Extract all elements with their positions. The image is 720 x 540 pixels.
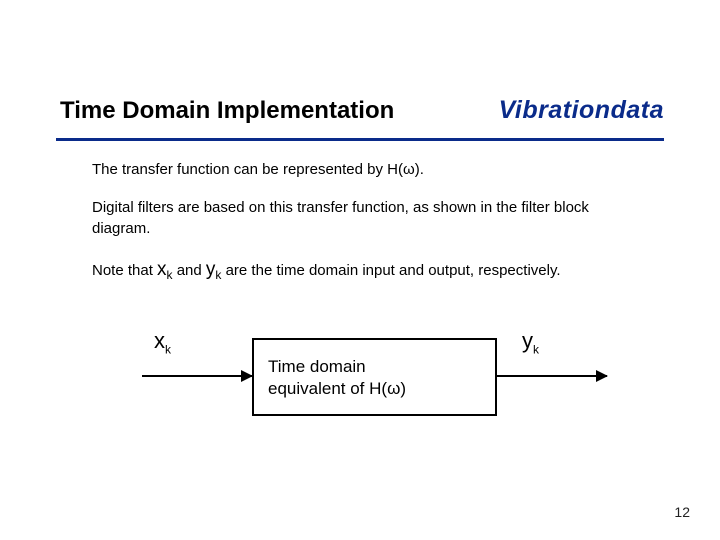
- brand-logo: Vibrationdata: [499, 96, 664, 125]
- p1-pre: The transfer function can be represented…: [92, 161, 403, 178]
- p3-post: are the time domain input and output, re…: [221, 262, 560, 279]
- box-line1: Time domain: [268, 356, 481, 378]
- page-number: 12: [674, 504, 690, 520]
- omega-symbol: ω: [403, 161, 415, 178]
- p3-pre: Note that: [92, 262, 157, 279]
- slide-title: Time Domain Implementation: [60, 97, 394, 125]
- p3-mid: and: [173, 262, 206, 279]
- box-close: ): [400, 379, 406, 398]
- slide: Time Domain Implementation Vibrationdata…: [0, 0, 720, 540]
- y-symbol: y: [206, 259, 216, 280]
- box-omega: ω: [387, 379, 400, 398]
- arrow-in-icon: [142, 375, 252, 377]
- arrow-out-icon: [497, 375, 607, 377]
- body-text: The transfer function can be represented…: [92, 160, 630, 301]
- box-line2-pre: equivalent of: [268, 379, 369, 398]
- box-H: H(: [369, 379, 387, 398]
- title-divider: [56, 138, 664, 141]
- p1-post: ).: [415, 161, 424, 178]
- x-symbol: x: [157, 259, 167, 280]
- header-row: Time Domain Implementation Vibrationdata: [60, 96, 664, 125]
- paragraph-3: Note that xk and yk are the time domain …: [92, 257, 630, 283]
- input-k: k: [165, 342, 171, 356]
- input-label: xk: [154, 328, 171, 356]
- output-label: yk: [522, 328, 539, 356]
- paragraph-2: Digital filters are based on this transf…: [92, 198, 630, 239]
- block-diagram: xk Time domain equivalent of H(ω) yk: [92, 320, 630, 440]
- paragraph-1: The transfer function can be represented…: [92, 160, 630, 180]
- output-k: k: [533, 342, 539, 356]
- input-x: x: [154, 328, 165, 353]
- transfer-block: Time domain equivalent of H(ω): [252, 338, 497, 416]
- output-y: y: [522, 328, 533, 353]
- box-line2: equivalent of H(ω): [268, 378, 481, 400]
